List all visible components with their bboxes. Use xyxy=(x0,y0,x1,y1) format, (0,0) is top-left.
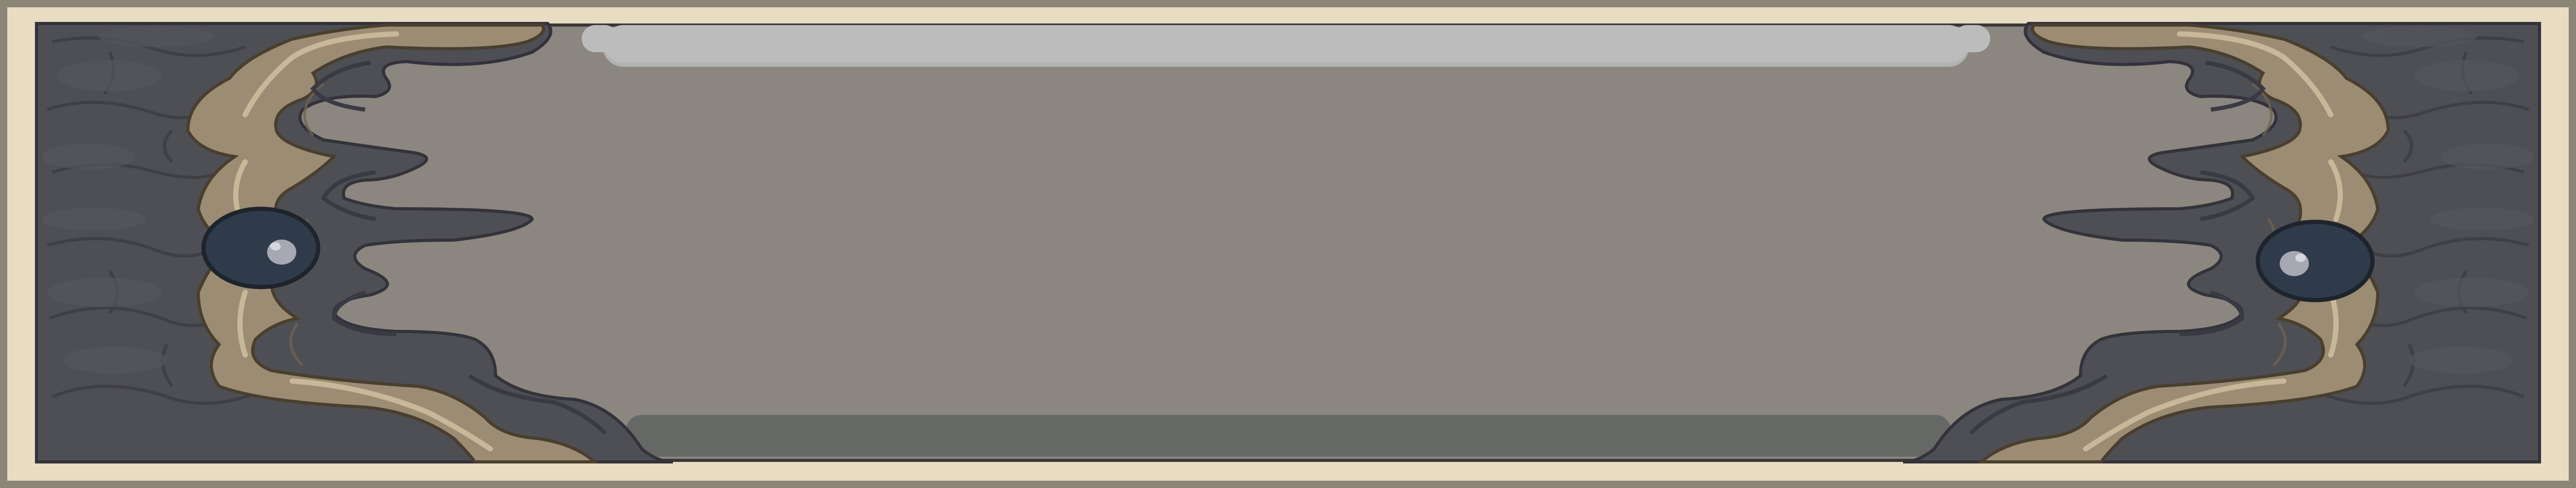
footer-bar xyxy=(626,415,1951,457)
left-gem-icon xyxy=(201,207,320,289)
right-stone-ornament-icon xyxy=(1903,22,2541,463)
title-bar xyxy=(582,25,1990,67)
right-gem-icon xyxy=(2256,220,2375,302)
left-stone-ornament-icon xyxy=(35,22,673,463)
